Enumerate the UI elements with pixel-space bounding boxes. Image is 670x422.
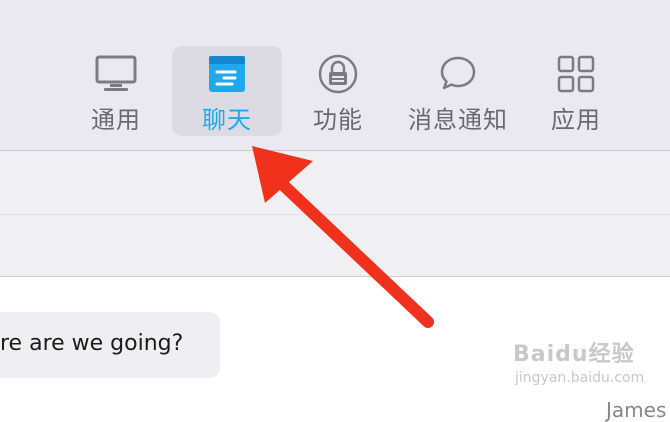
watermark-brand: Baidu经验 [513, 342, 635, 367]
tab-notifications[interactable]: 消息通知 [400, 46, 516, 136]
apps-grid-icon [557, 54, 595, 94]
tab-general[interactable]: 通用 [80, 46, 152, 136]
speech-bubble-icon [438, 54, 478, 94]
sender-name-fragment: James [606, 398, 667, 422]
watermark-url: jingyan.baidu.com [515, 370, 645, 386]
chat-tab-icon [208, 54, 246, 94]
tab-features[interactable]: 功能 [302, 46, 374, 136]
tab-features-label: 功能 [313, 106, 363, 134]
tab-chat-label: 聊天 [202, 106, 252, 134]
baidu-watermark: Baidu经验 jingyan.baidu.com [513, 336, 663, 396]
tab-general-label: 通用 [91, 106, 141, 134]
tab-apps-label: 应用 [551, 106, 601, 134]
tab-chat[interactable]: 聊天 [172, 46, 282, 136]
tab-notifications-label: 消息通知 [408, 106, 508, 134]
settings-row-2 [0, 215, 670, 277]
settings-row-1 [0, 151, 670, 215]
preferences-toolbar: 通用 聊天 功能 消息通知 应用 [0, 0, 670, 151]
monitor-icon [95, 54, 137, 94]
lock-icon [317, 54, 359, 94]
tab-apps[interactable]: 应用 [540, 46, 612, 136]
message-text: re are we going? [0, 331, 184, 356]
